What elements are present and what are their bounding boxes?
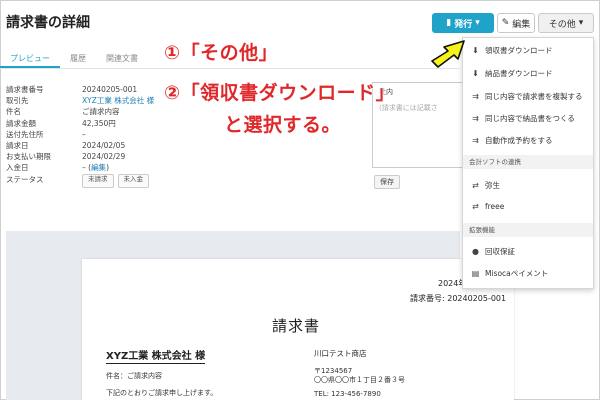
edit-button[interactable]: ✎ 編集 bbox=[497, 13, 535, 33]
schedule-icon: ⇉ bbox=[472, 135, 479, 145]
annotation-step-1: ①「その他」 bbox=[164, 42, 279, 64]
info-label: 入金日 bbox=[6, 163, 29, 173]
info-row: 取引先 XYZ工業 株式会社 様 bbox=[6, 95, 176, 106]
info-label: 送付先住所 bbox=[6, 129, 44, 139]
info-label: お支払い期限 bbox=[6, 152, 51, 162]
info-label: 件名 bbox=[6, 107, 21, 117]
pencil-icon: ✎ bbox=[501, 18, 510, 28]
doc-company-name: 川口テスト商店 bbox=[314, 349, 367, 358]
info-value: 42,350円 bbox=[82, 118, 116, 128]
menu-item-label: 納品書ダウンロード bbox=[485, 68, 553, 78]
other-dropdown-menu: ⬇ 領収書ダウンロード ⬇ 納品書ダウンロード ⇉ 同じ内容で請求書を複製する … bbox=[462, 37, 594, 289]
info-row: 請求金額 42,350円 bbox=[6, 118, 176, 129]
info-row: お支払い期限 2024/02/29 bbox=[6, 151, 176, 162]
info-row: 請求書番号 20240205-001 bbox=[6, 84, 176, 95]
doc-postal: 〒1234567 bbox=[314, 367, 353, 375]
menu-item-create-delivery-note[interactable]: ⇉ 同じ内容で納品書をつくる bbox=[463, 110, 593, 126]
info-row: 入金日 – (編集) bbox=[6, 162, 176, 173]
duplicate-icon: ⇉ bbox=[472, 91, 479, 101]
info-row: 送付先住所 – bbox=[6, 129, 176, 140]
menu-item-misoca-payment[interactable]: ▤ Misocaペイメント bbox=[463, 265, 593, 281]
payment-date-edit-link[interactable]: 編集 bbox=[91, 163, 106, 172]
tab-bar: プレビュー 履歴 関連文書 bbox=[0, 50, 148, 68]
doc-invoice-number: 請求番号: 20240205-001 bbox=[410, 294, 507, 303]
caret-down-icon: ▾ bbox=[475, 18, 480, 28]
client-link[interactable]: XYZ工業 株式会社 様 bbox=[82, 95, 154, 106]
tab-divider bbox=[0, 68, 460, 69]
menu-item-yayoi[interactable]: ⇄ 弥生 bbox=[463, 177, 593, 193]
status-unbilled-button[interactable]: 未請求 bbox=[82, 173, 114, 188]
info-row: 請求日 2024/02/05 bbox=[6, 140, 176, 151]
info-value: 2024/02/29 bbox=[82, 152, 126, 162]
info-value: ご請求内容 bbox=[82, 107, 120, 117]
status-buttons: 未請求 未入金 bbox=[82, 173, 149, 188]
doc-title: 請求書 bbox=[272, 317, 321, 335]
menu-item-label: 同じ内容で請求書を複製する bbox=[485, 91, 583, 101]
issue-button[interactable]: ▮ 発行 ▾ bbox=[432, 13, 494, 33]
menu-item-label: Misocaペイメント bbox=[485, 268, 549, 278]
doc-tel: TEL: 123-456-7890 bbox=[314, 390, 381, 398]
info-label: 請求書番号 bbox=[6, 85, 44, 94]
info-value: 20240205-001 bbox=[82, 85, 138, 94]
info-label: ステータス bbox=[6, 174, 44, 184]
shield-icon: ● bbox=[472, 246, 479, 256]
doc-client-name: XYZ工業 株式会社 様 bbox=[106, 347, 206, 364]
download-icon: ⬇ bbox=[472, 45, 479, 55]
menu-item-delivery-note-download[interactable]: ⬇ 納品書ダウンロード bbox=[463, 65, 593, 81]
doc-address: 〒1234567 〇〇県〇〇市１丁目２番３号 bbox=[314, 367, 405, 385]
info-label: 請求金額 bbox=[6, 118, 36, 128]
section-accounting: 会計ソフトの連携 bbox=[463, 155, 593, 169]
status-unpaid-button[interactable]: 未入金 bbox=[117, 173, 149, 188]
info-value: 2024/02/05 bbox=[82, 140, 126, 150]
menu-item-duplicate-invoice[interactable]: ⇉ 同じ内容で請求書を複製する bbox=[463, 88, 593, 104]
info-value: – (編集) bbox=[82, 162, 109, 173]
arrow-right-icon bbox=[431, 40, 465, 68]
info-label: 請求日 bbox=[6, 140, 29, 150]
download-icon: ⬇ bbox=[472, 68, 479, 78]
menu-item-label: 同じ内容で納品書をつくる bbox=[485, 113, 575, 123]
edit-label: 編集 bbox=[512, 19, 531, 30]
annotation-instruction: と選択する。 bbox=[224, 114, 342, 136]
menu-item-label: 領収書ダウンロード bbox=[485, 45, 553, 55]
other-button[interactable]: その他 ▾ bbox=[538, 13, 594, 33]
save-button[interactable]: 保存 bbox=[374, 175, 400, 189]
document-icon: ▮ bbox=[446, 18, 452, 28]
menu-item-label: freee bbox=[485, 201, 505, 211]
page-title: 請求書の詳細 bbox=[6, 15, 90, 31]
freee-icon: ⇄ bbox=[472, 201, 479, 211]
menu-item-label: 回収保証 bbox=[485, 246, 515, 256]
menu-item-label: 弥生 bbox=[485, 180, 500, 190]
menu-item-collection-guarantee[interactable]: ● 回収保証 bbox=[463, 243, 593, 259]
menu-item-schedule-auto-create[interactable]: ⇉ 自動作成予約をする bbox=[463, 132, 593, 148]
payment-icon: ▤ bbox=[471, 268, 480, 278]
issue-label: 発行 bbox=[454, 19, 473, 30]
invoice-info: 請求書番号 20240205-001 取引先 XYZ工業 株式会社 様 件名 ご… bbox=[6, 84, 176, 188]
tab-related-documents[interactable]: 関連文書 bbox=[96, 50, 148, 68]
info-label: 取引先 bbox=[6, 96, 29, 106]
menu-item-label: 自動作成予約をする bbox=[485, 135, 553, 145]
info-row: ステータス 未請求 未入金 bbox=[6, 173, 176, 188]
tab-preview[interactable]: プレビュー bbox=[0, 50, 60, 68]
annotation-step-2: ②「領収書ダウンロード」 bbox=[164, 82, 396, 104]
menu-item-freee[interactable]: ⇄ freee bbox=[463, 198, 593, 214]
yayoi-icon: ⇄ bbox=[472, 180, 479, 190]
doc-street: 〇〇県〇〇市１丁目２番３号 bbox=[314, 376, 405, 384]
section-extension: 拡張機能 bbox=[463, 223, 593, 237]
other-label: その他 bbox=[548, 19, 576, 30]
caret-down-icon: ▾ bbox=[578, 18, 584, 28]
info-value: – bbox=[82, 129, 86, 139]
doc-subject: 件名：ご請求内容 bbox=[106, 372, 162, 380]
duplicate-icon: ⇉ bbox=[472, 113, 479, 123]
doc-note: 下記のとおりご請求申し上げます。 bbox=[106, 389, 218, 397]
paren-close: ) bbox=[106, 163, 109, 173]
info-row: 件名 ご請求内容 bbox=[6, 106, 176, 117]
menu-item-receipt-download[interactable]: ⬇ 領収書ダウンロード bbox=[463, 42, 593, 58]
payment-date-value: – ( bbox=[82, 163, 92, 173]
tab-history[interactable]: 履歴 bbox=[60, 50, 96, 68]
